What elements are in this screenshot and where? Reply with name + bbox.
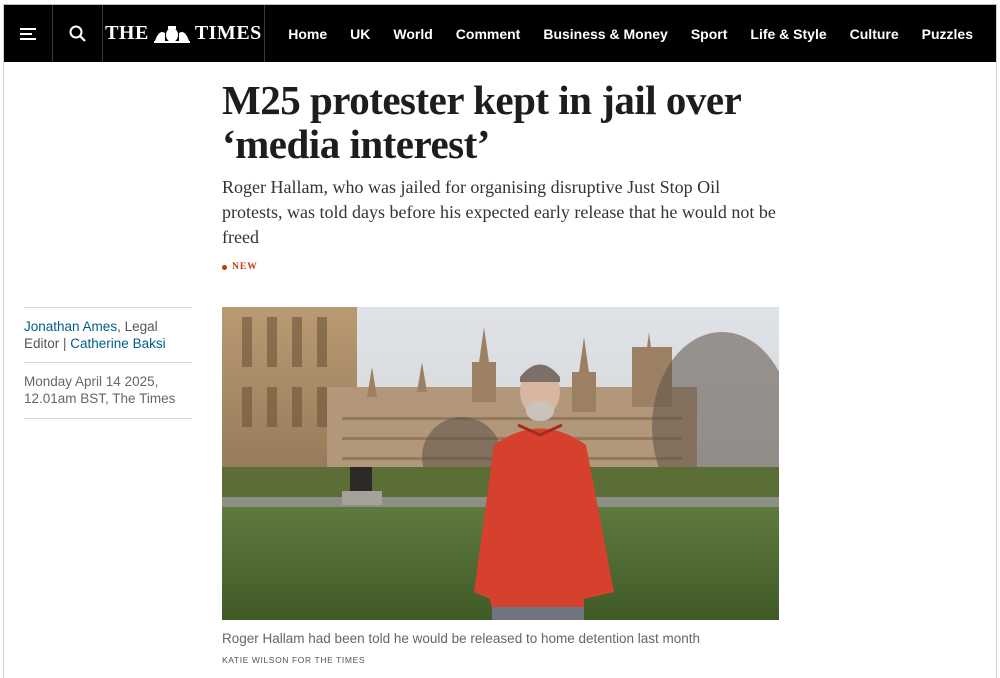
new-badge: NEW [222, 262, 258, 272]
nav-item-home[interactable]: Home [288, 26, 327, 42]
logo-text-times: TIMES [194, 22, 262, 44]
author-link-jonathan-ames[interactable]: Jonathan Ames [24, 319, 117, 334]
the-times-logo[interactable]: THE TIMES [103, 5, 266, 62]
section-nav: Home UK World Comment Business & Money S… [265, 5, 996, 62]
divider [24, 418, 192, 419]
nav-item-life-style[interactable]: Life & Style [750, 26, 826, 42]
royal-crest-icon [153, 25, 190, 43]
article-standfirst: Roger Hallam, who was jailed for organis… [222, 177, 776, 247]
article-headline: M25 protester kept in jail over ‘media i… [222, 77, 741, 167]
search-button[interactable] [53, 5, 103, 62]
hamburger-menu-icon [20, 27, 37, 40]
nav-item-business-money[interactable]: Business & Money [543, 26, 667, 42]
top-navigation-bar: THE TIMES Home UK World Comment Business… [4, 5, 996, 62]
westminster-photo [222, 307, 779, 620]
search-icon [69, 25, 86, 42]
author-link-catherine-baksi[interactable]: Catherine Baksi [70, 336, 165, 351]
nav-item-world[interactable]: World [393, 26, 432, 42]
logo-text-the: THE [105, 22, 149, 44]
article-main-image[interactable] [222, 307, 779, 620]
nav-item-sport[interactable]: Sport [691, 26, 728, 42]
new-badge-label: NEW [232, 262, 258, 272]
new-dot-icon [222, 264, 227, 270]
nav-item-culture[interactable]: Culture [850, 26, 899, 42]
nav-item-uk[interactable]: UK [350, 26, 370, 42]
image-credit: KATIE WILSON FOR THE TIMES [222, 655, 366, 665]
publish-dateline: Monday April 14 2025, 12.01am BST, The T… [24, 374, 176, 406]
nav-item-puzzles[interactable]: Puzzles [922, 26, 973, 42]
nav-item-comment[interactable]: Comment [456, 26, 521, 42]
image-caption: Roger Hallam had been told he would be r… [222, 631, 701, 646]
author-byline: Jonathan Ames, Legal Editor | Catherine … [24, 308, 192, 362]
menu-button[interactable] [4, 5, 54, 62]
byline-panel: Jonathan Ames, Legal Editor | Catherine … [24, 307, 192, 419]
